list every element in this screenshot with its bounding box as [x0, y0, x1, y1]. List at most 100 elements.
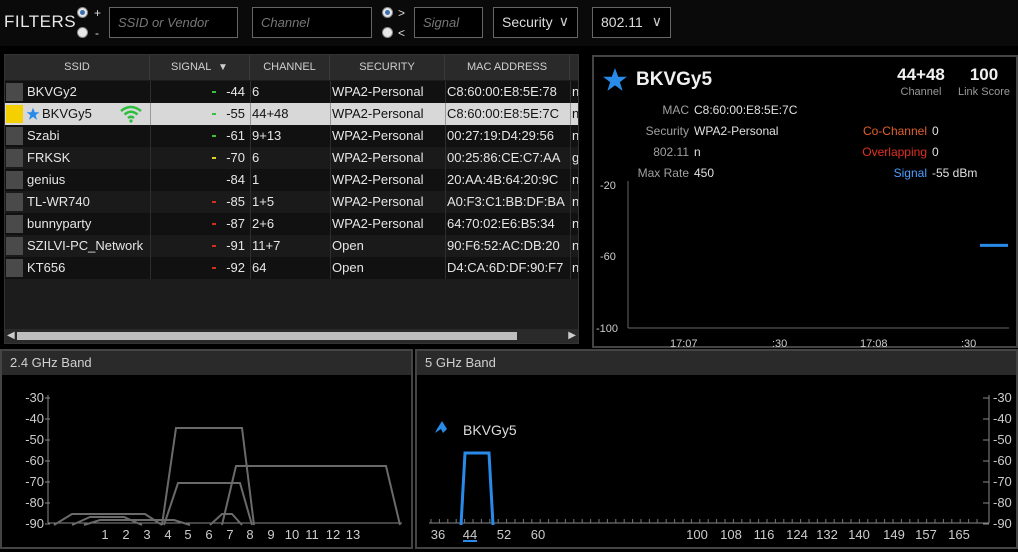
cell-security: Open	[332, 260, 364, 275]
cell-security: WPA2-Personal	[332, 84, 424, 99]
band24-x-tick: 8	[246, 527, 253, 542]
scroll-left-icon[interactable]: ◀	[7, 330, 15, 341]
network-detail-panel: BKVGy5 44+48 Channel 100 Link Score MAC …	[592, 55, 1018, 348]
band-5ghz-chart: -30 -40 -50 -60 -70 -80 -90 36 44 52 60 100 108 116 1…	[429, 390, 1012, 542]
row-marker[interactable]	[6, 83, 23, 101]
row-marker[interactable]	[6, 105, 23, 123]
band-5ghz-title: 5 GHz Band	[417, 351, 1016, 375]
column-divider	[150, 81, 151, 103]
band5-x-tick: 140	[848, 527, 870, 542]
column-divider	[445, 169, 446, 191]
column-header-signal[interactable]: SIGNAL ▼	[150, 55, 250, 80]
signal-strength-indicator	[212, 245, 216, 247]
detail-link-score-value: 100	[969, 65, 999, 84]
column-header-mac[interactable]: MAC ADDRESS	[445, 55, 570, 80]
cell-mode: n	[572, 172, 579, 187]
network-curve	[163, 482, 253, 526]
column-divider	[330, 81, 331, 103]
security-filter-select[interactable]: Security ∨	[493, 7, 578, 38]
exclude-radio[interactable]	[77, 27, 88, 38]
signal-strength-indicator	[212, 113, 216, 115]
cell-channel: 11+7	[252, 238, 281, 253]
table-row[interactable]: KT656 -92 64 Open D4:CA:6D:DF:90:F7 n	[5, 257, 578, 279]
detail-security-value: WPA2-Personal	[694, 124, 779, 138]
band24-y-tick: -30	[25, 390, 44, 405]
band-5ghz-panel: 5 GHz Band -30 -40 -50 -60 -70 -80 -90 36 44 52 6…	[415, 349, 1018, 549]
band24-x-tick: 7	[226, 527, 233, 542]
detail-overlapping-label: Overlapping	[862, 145, 927, 159]
star-icon[interactable]	[602, 67, 628, 93]
band5-x-tick: 149	[883, 527, 905, 542]
channel-filter-input[interactable]: Channel	[252, 7, 372, 38]
table-row[interactable]: TL-WR740 -85 1+5 WPA2-Personal A0:F3:C1:BB:D…	[5, 191, 578, 213]
history-y-tick: -100	[596, 323, 618, 335]
less-than-radio[interactable]	[382, 27, 393, 38]
column-header-ssid[interactable]: SSID	[5, 55, 150, 80]
column-divider	[445, 257, 446, 279]
greater-than-radio[interactable]	[382, 7, 393, 18]
column-divider	[330, 169, 331, 191]
signal-strength-indicator	[212, 91, 216, 93]
band5-y-tick: -30	[993, 390, 1012, 405]
row-marker[interactable]	[6, 127, 23, 145]
greater-than-label: >	[398, 6, 406, 20]
row-marker[interactable]	[6, 193, 23, 211]
star-icon[interactable]	[26, 107, 40, 121]
cell-ssid: BKVGy5	[42, 106, 92, 121]
table-row[interactable]: genius -84 1 WPA2-Personal 20:AA:4B:64:20:9C…	[5, 169, 579, 191]
horizontal-scrollbar[interactable]: ◀ ▶	[5, 329, 578, 343]
table-row[interactable]: BKVGy5 -55 44+48 WPA2-Personal C8:60:00:E8:5…	[5, 103, 578, 125]
table-row[interactable]: Szabi -61 9+13 WPA2-Personal 00:27:19:D4:29:…	[5, 125, 578, 147]
highlight-network-label: BKVGy5	[463, 422, 517, 438]
scrollbar-thumb[interactable]	[17, 332, 517, 340]
band5-x-tick: 44	[463, 527, 477, 542]
band24-y-tick: -70	[25, 474, 44, 489]
column-header-channel[interactable]: CHANNEL	[250, 55, 330, 80]
cell-mac: 64:70:02:E6:B5:34	[447, 216, 555, 231]
column-divider	[570, 169, 571, 191]
table-row[interactable]: FRKSK -70 6 WPA2-Personal 00:25:86:CE:C7:AA g	[5, 147, 578, 169]
row-marker[interactable]	[6, 171, 23, 189]
sort-descending-icon: ▼	[218, 62, 228, 73]
chevron-down-icon: ∨	[651, 13, 662, 29]
column-divider	[445, 213, 446, 235]
security-filter-label: Security	[502, 14, 553, 30]
row-marker[interactable]	[6, 237, 23, 255]
band5-x-tick: 36	[431, 527, 445, 542]
detail-link-score-label: Link Score	[958, 86, 1010, 98]
row-marker[interactable]	[6, 149, 23, 167]
column-divider	[445, 81, 446, 103]
table-row[interactable]: BKVGy2 -44 6 WPA2-Personal C8:60:00:E8:5E:78…	[5, 81, 579, 103]
column-divider	[330, 125, 331, 147]
band5-x-tick: 116	[754, 527, 775, 542]
column-header-security[interactable]: SECURITY	[330, 55, 445, 80]
ssid-vendor-filter-input[interactable]: SSID or Vendor	[109, 7, 238, 38]
cell-security: WPA2-Personal	[332, 216, 424, 231]
include-radio[interactable]	[77, 7, 88, 18]
column-divider	[150, 235, 151, 257]
signal-filter-input[interactable]: Signal	[414, 7, 483, 38]
column-header-signal-label: SIGNAL	[171, 61, 211, 73]
cell-mac: D4:CA:6D:DF:90:F7	[447, 260, 564, 275]
column-divider	[330, 191, 331, 213]
column-divider	[445, 191, 446, 213]
band5-x-tick: 52	[497, 527, 511, 542]
cell-signal: -84	[226, 172, 245, 187]
cell-security: WPA2-Personal	[332, 150, 424, 165]
table-row[interactable]: bunnyparty -87 2+6 WPA2-Personal 64:70:02:E6…	[5, 213, 579, 235]
cell-mode: n	[572, 84, 579, 99]
cell-ssid: bunnyparty	[27, 216, 92, 231]
band5-x-tick: 132	[816, 527, 838, 542]
row-marker[interactable]	[6, 215, 23, 233]
detail-co-channel-value: 0	[932, 124, 939, 138]
column-divider	[570, 213, 571, 235]
mode-filter-select[interactable]: 802.11 ∨	[592, 7, 671, 38]
scroll-right-icon[interactable]: ▶	[568, 330, 576, 341]
row-marker[interactable]	[6, 259, 23, 277]
history-y-tick: -20	[600, 180, 616, 192]
cell-mode: n	[572, 216, 579, 231]
table-row[interactable]: SZILVI-PC_Network -91 11+7 Open 90:F6:52:AC:…	[5, 235, 578, 257]
mode-filter-label: 802.11	[601, 14, 643, 30]
column-divider	[250, 147, 251, 169]
band24-y-tick: -40	[25, 411, 44, 426]
